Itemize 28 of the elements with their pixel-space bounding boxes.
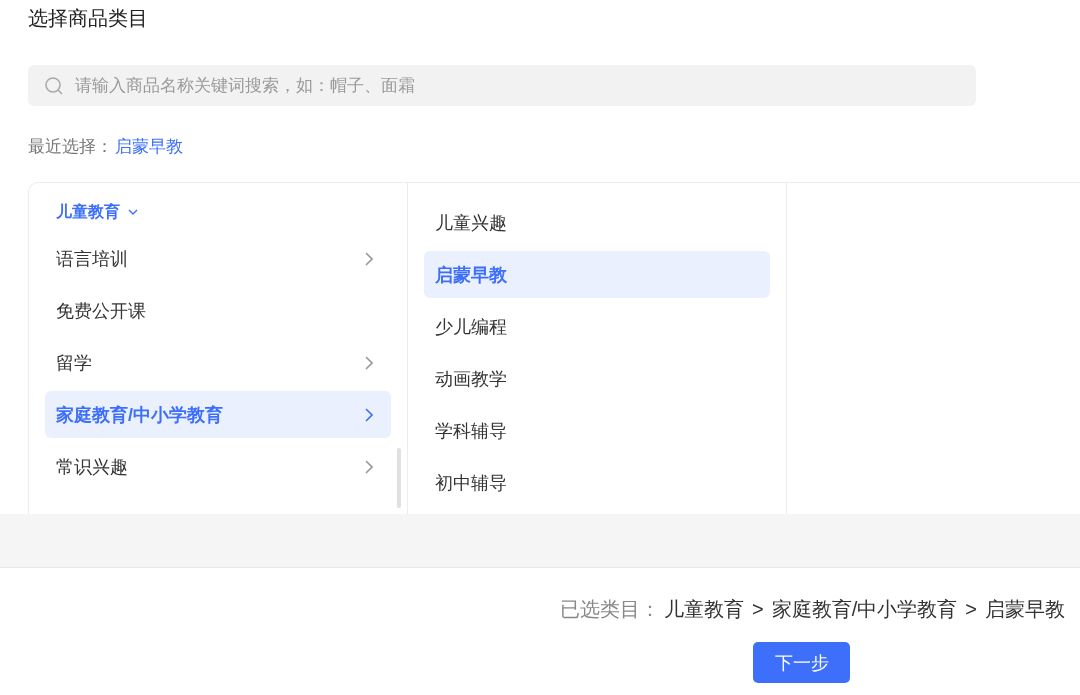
- category-item[interactable]: 启蒙早教: [424, 251, 770, 298]
- selected-path-label: 已选类目：: [560, 597, 661, 622]
- category-item[interactable]: 常识兴趣: [45, 443, 391, 490]
- chevron-right-icon: [365, 407, 373, 422]
- search-field[interactable]: 请输入商品名称关键词搜索，如：帽子、面霜: [28, 65, 976, 106]
- next-button[interactable]: 下一步: [753, 642, 850, 683]
- category-item[interactable]: 少儿编程: [424, 303, 770, 350]
- chevron-right-icon: [365, 251, 373, 266]
- chevron-down-icon: [128, 209, 138, 215]
- category-item[interactable]: 动画教学: [424, 355, 770, 402]
- chevron-right-icon: [365, 355, 373, 370]
- path-label: 启蒙早教: [985, 597, 1065, 622]
- category-item[interactable]: 儿童兴趣: [424, 199, 770, 246]
- category-item[interactable]: 初中辅导: [424, 459, 770, 506]
- path-separator: >: [965, 597, 977, 622]
- category-item[interactable]: 学科辅导: [424, 407, 770, 454]
- category-item[interactable]: 语言培训: [45, 235, 391, 282]
- category-item[interactable]: 免费公开课: [45, 287, 391, 334]
- dialog-title: 选择商品类目: [28, 6, 149, 31]
- chevron-right-icon: [365, 459, 373, 474]
- path-label: 家庭教育/中小学教育: [771, 597, 958, 622]
- path-label: 儿童教育: [664, 597, 745, 622]
- recent-link[interactable]: 启蒙早教: [115, 135, 183, 159]
- category-item[interactable]: 留学: [45, 339, 391, 386]
- category-header[interactable]: 儿童教育: [45, 197, 391, 227]
- path-separator: >: [752, 597, 764, 622]
- recent-label: 最近选择：: [28, 136, 113, 158]
- category-item[interactable]: 家庭教育/中小学教育: [45, 391, 391, 438]
